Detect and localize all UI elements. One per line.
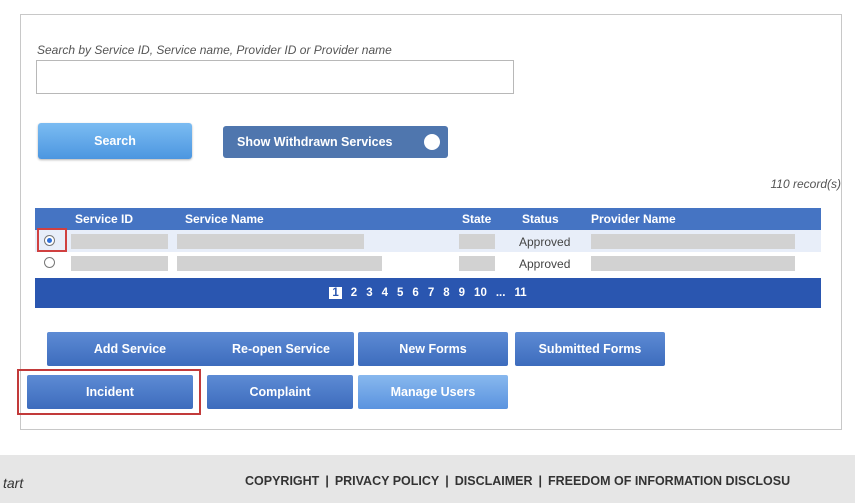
col-service-id[interactable]: Service ID (75, 212, 133, 226)
footer-start-text: tart (3, 475, 24, 491)
page-footer: tart COPYRIGHT | PRIVACY POLICY | DISCLA… (0, 455, 855, 503)
search-label: Search by Service ID, Service name, Prov… (37, 43, 392, 57)
footer-separator: | (538, 474, 543, 488)
table-header: Service ID Service Name State Status Pro… (35, 208, 821, 230)
services-panel: Search by Service ID, Service name, Prov… (20, 14, 842, 430)
page-5[interactable]: 5 (397, 287, 403, 299)
col-state[interactable]: State (462, 212, 491, 226)
record-count: 110 record(s) (770, 177, 841, 191)
redacted-service-id (71, 234, 168, 249)
page-9[interactable]: 9 (459, 287, 465, 299)
page-last[interactable]: 11 (514, 287, 526, 299)
footer-separator: | (445, 474, 449, 488)
show-withdrawn-label: Show Withdrawn Services (237, 135, 393, 149)
footer-separator: | (325, 474, 329, 488)
redacted-provider-name (591, 256, 795, 271)
redacted-service-id (71, 256, 168, 271)
page-1[interactable]: 1 (329, 287, 342, 299)
page-4[interactable]: 4 (382, 287, 388, 299)
pagination: 1 2 3 4 5 6 7 8 9 10 ... 11 (35, 278, 821, 308)
footer-link-copyright[interactable]: COPYRIGHT (245, 474, 319, 488)
complaint-button[interactable]: Complaint (207, 375, 353, 409)
page-2[interactable]: 2 (351, 287, 357, 299)
row-radio[interactable] (44, 235, 55, 246)
status-cell: Approved (519, 235, 571, 249)
page-8[interactable]: 8 (443, 287, 449, 299)
toggle-knob-icon (424, 134, 440, 150)
redacted-state (459, 256, 495, 271)
redacted-state (459, 234, 495, 249)
row-radio[interactable] (44, 257, 55, 268)
redacted-service-name (177, 256, 382, 271)
footer-links: COPYRIGHT | PRIVACY POLICY | DISCLAIMER … (245, 474, 790, 488)
manage-users-button[interactable]: Manage Users (358, 375, 508, 409)
search-input[interactable] (36, 60, 514, 94)
show-withdrawn-toggle[interactable]: Show Withdrawn Services (223, 126, 448, 158)
col-service-name[interactable]: Service Name (185, 212, 264, 226)
page-7[interactable]: 7 (428, 287, 434, 299)
redacted-provider-name (591, 234, 795, 249)
table-row[interactable]: Approved (35, 252, 821, 274)
incident-highlight (17, 369, 201, 415)
reopen-service-button[interactable]: Re-open Service (208, 332, 354, 366)
footer-link-privacy[interactable]: PRIVACY POLICY (335, 474, 439, 488)
footer-link-foi[interactable]: FREEDOM OF INFORMATION DISCLOSU (548, 474, 790, 488)
col-provider-name[interactable]: Provider Name (591, 212, 676, 226)
col-status[interactable]: Status (522, 212, 559, 226)
table-row[interactable]: Approved (35, 228, 821, 252)
footer-link-disclaimer[interactable]: DISCLAIMER (455, 474, 533, 488)
search-button[interactable]: Search (38, 123, 192, 159)
status-cell: Approved (519, 257, 571, 271)
new-forms-button[interactable]: New Forms (358, 332, 508, 366)
services-table: Service ID Service Name State Status Pro… (35, 208, 821, 308)
page-6[interactable]: 6 (412, 287, 418, 299)
page-3[interactable]: 3 (366, 287, 372, 299)
add-service-button[interactable]: Add Service (47, 332, 213, 366)
submitted-forms-button[interactable]: Submitted Forms (515, 332, 665, 366)
page-ellipsis: ... (495, 287, 506, 299)
redacted-service-name (177, 234, 364, 249)
page-10[interactable]: 10 (474, 287, 487, 299)
